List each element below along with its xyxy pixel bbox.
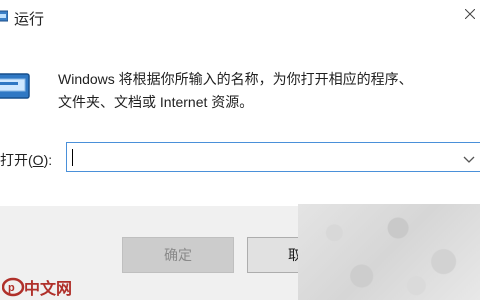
- run-title-icon: [0, 9, 9, 23]
- chevron-down-icon[interactable]: [463, 152, 475, 163]
- open-label: 打开(O):: [0, 150, 52, 170]
- window-title: 运行: [14, 11, 45, 28]
- run-dialog: 运行 Windows 将根据你所输入的名称，为你打开相应的程序、 文件夹、文档或…: [0, 0, 480, 300]
- description-text: Windows 将根据你所输入的名称，为你打开相应的程序、 文件夹、文档或 In…: [58, 68, 468, 114]
- open-label-prefix: 打开(: [0, 152, 33, 168]
- open-input[interactable]: [71, 146, 451, 168]
- description-line-1: Windows 将根据你所输入的名称，为你打开相应的程序、: [58, 71, 413, 87]
- text-caret: [72, 149, 73, 166]
- run-program-icon: [0, 70, 32, 102]
- description-line-2: 文件夹、文档或 Internet 资源。: [58, 94, 254, 110]
- open-label-suffix: ):: [43, 152, 53, 168]
- title-bar: 运行: [0, 0, 480, 34]
- watermark-logo-icon: p: [1, 275, 26, 297]
- open-label-hotkey: O: [32, 152, 44, 168]
- close-icon[interactable]: [458, 0, 480, 30]
- open-combobox[interactable]: [66, 142, 480, 172]
- ok-button[interactable]: 确定: [122, 237, 234, 273]
- svg-text:p: p: [8, 282, 15, 294]
- blurred-region: [298, 204, 480, 300]
- watermark-text: 中文网: [24, 281, 73, 298]
